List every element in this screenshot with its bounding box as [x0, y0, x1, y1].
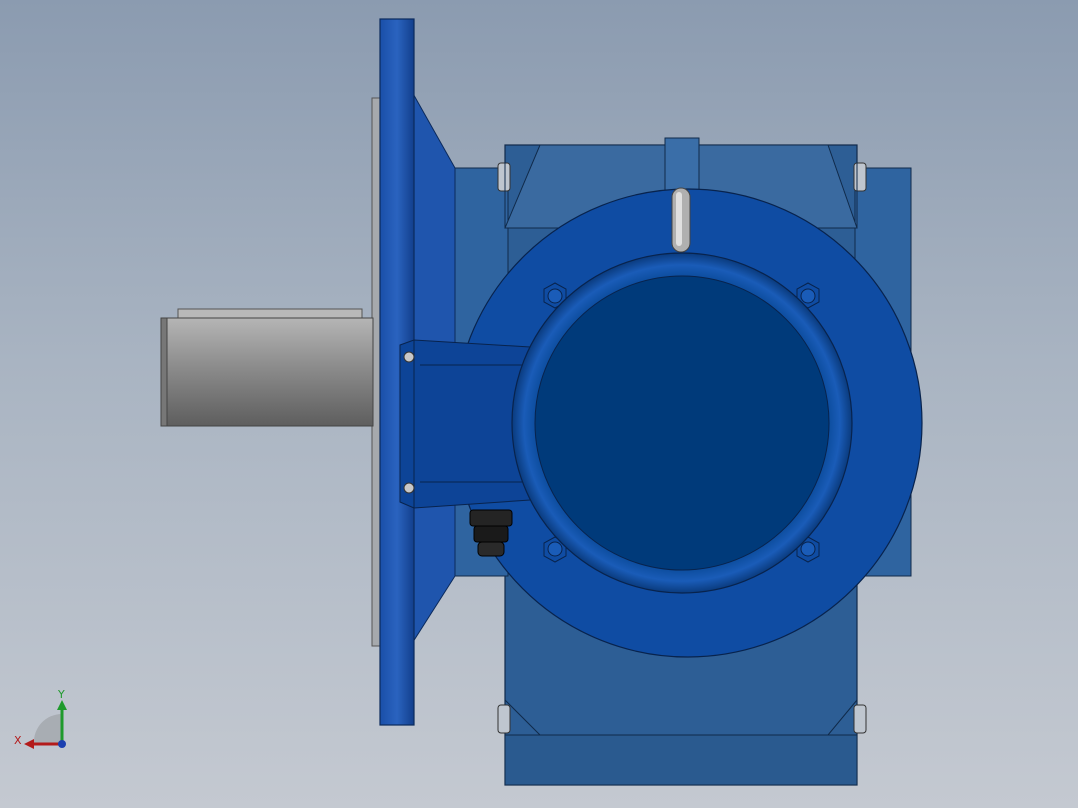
cad-viewport[interactable]: Y X	[0, 0, 1078, 808]
y-axis-label: Y	[57, 688, 65, 701]
input-bracket[interactable]	[399, 339, 531, 509]
coordinate-triad: Y X	[14, 688, 67, 749]
output-shaft[interactable]	[160, 308, 374, 427]
motor-end-cover[interactable]	[511, 252, 853, 594]
vent-plug[interactable]	[664, 137, 700, 191]
x-axis-label: X	[14, 734, 22, 747]
oil-indicator[interactable]	[671, 187, 691, 253]
gear-reducer-model[interactable]	[0, 0, 1078, 808]
